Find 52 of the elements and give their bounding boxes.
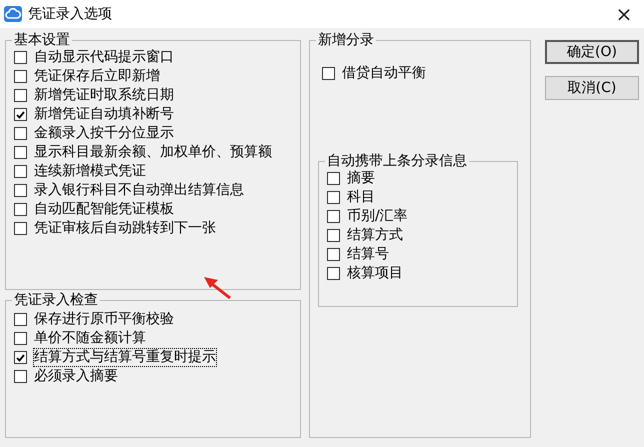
checkbox-label: 金额录入按千分位显示 xyxy=(34,125,174,142)
checkbox[interactable] xyxy=(14,89,27,102)
checkbox[interactable] xyxy=(327,229,340,242)
checkbox[interactable] xyxy=(327,172,340,185)
checkbox-label: 单价不随金额计算 xyxy=(34,330,146,347)
checkbox-label: 新增凭证时取系统日期 xyxy=(34,87,174,104)
checkbox[interactable] xyxy=(14,51,27,64)
checkbox-label: 自动显示代码提示窗口 xyxy=(34,49,174,66)
checkbox-label: 结算方式 xyxy=(347,227,403,244)
checkbox[interactable] xyxy=(14,108,27,121)
checkbox[interactable] xyxy=(14,127,27,140)
checkbox[interactable] xyxy=(14,222,27,235)
checkbox[interactable] xyxy=(14,313,27,326)
checkbox-label: 结算号 xyxy=(347,246,389,263)
cloud-icon xyxy=(4,6,22,22)
checkbox[interactable] xyxy=(327,267,340,280)
close-button[interactable]: × xyxy=(604,0,644,28)
group-title: 基本设置 xyxy=(13,32,71,48)
checkbox-label: 币别/汇率 xyxy=(347,208,408,225)
checkbox[interactable] xyxy=(327,210,340,223)
dialog-button[interactable]: 确定(O) xyxy=(545,40,639,64)
checkbox-label: 凭证保存后立即新增 xyxy=(34,68,160,85)
checkbox[interactable] xyxy=(14,370,27,383)
checkbox[interactable] xyxy=(322,67,335,80)
checkbox-label: 显示科目最新余额、加权单价、预算额 xyxy=(34,144,272,161)
checkbox[interactable] xyxy=(14,165,27,178)
checkbox[interactable] xyxy=(14,146,27,159)
window-title: 凭证录入选项 xyxy=(28,4,112,24)
checkbox-label: 凭证审核后自动跳转到下一张 xyxy=(34,220,216,237)
arrow-drawing xyxy=(202,274,232,300)
checkbox-label: 结算方式与结算号重复时提示 xyxy=(34,349,216,366)
checkbox[interactable] xyxy=(327,248,340,261)
checkbox-label: 借贷自动平衡 xyxy=(342,65,426,82)
checkbox-label: 新增凭证自动填补断号 xyxy=(34,106,174,123)
group-title: 自动携带上条分录信息 xyxy=(326,153,468,169)
checkbox[interactable] xyxy=(14,203,27,216)
checkbox[interactable] xyxy=(327,191,340,204)
group-title: 新增分录 xyxy=(317,32,375,48)
checkbox-label: 必须录入摘要 xyxy=(34,368,118,385)
checkbox-label: 核算项目 xyxy=(347,265,403,282)
checkbox-label: 录入银行科目不自动弹出结算信息 xyxy=(34,182,244,199)
checkbox-label: 科目 xyxy=(347,189,375,206)
checkbox-label: 自动匹配智能凭证模板 xyxy=(34,201,174,218)
checkbox-label: 连续新增模式凭证 xyxy=(34,163,146,180)
checkbox-label: 保存进行原币平衡校验 xyxy=(34,311,174,328)
dialog-button[interactable]: 取消(C) xyxy=(545,76,639,100)
checkbox[interactable] xyxy=(14,70,27,83)
checkbox[interactable] xyxy=(14,332,27,345)
group-title: 凭证录入检查 xyxy=(13,292,99,308)
checkbox[interactable] xyxy=(14,184,27,197)
checkbox[interactable] xyxy=(14,351,27,364)
checkbox-label: 摘要 xyxy=(347,170,375,187)
